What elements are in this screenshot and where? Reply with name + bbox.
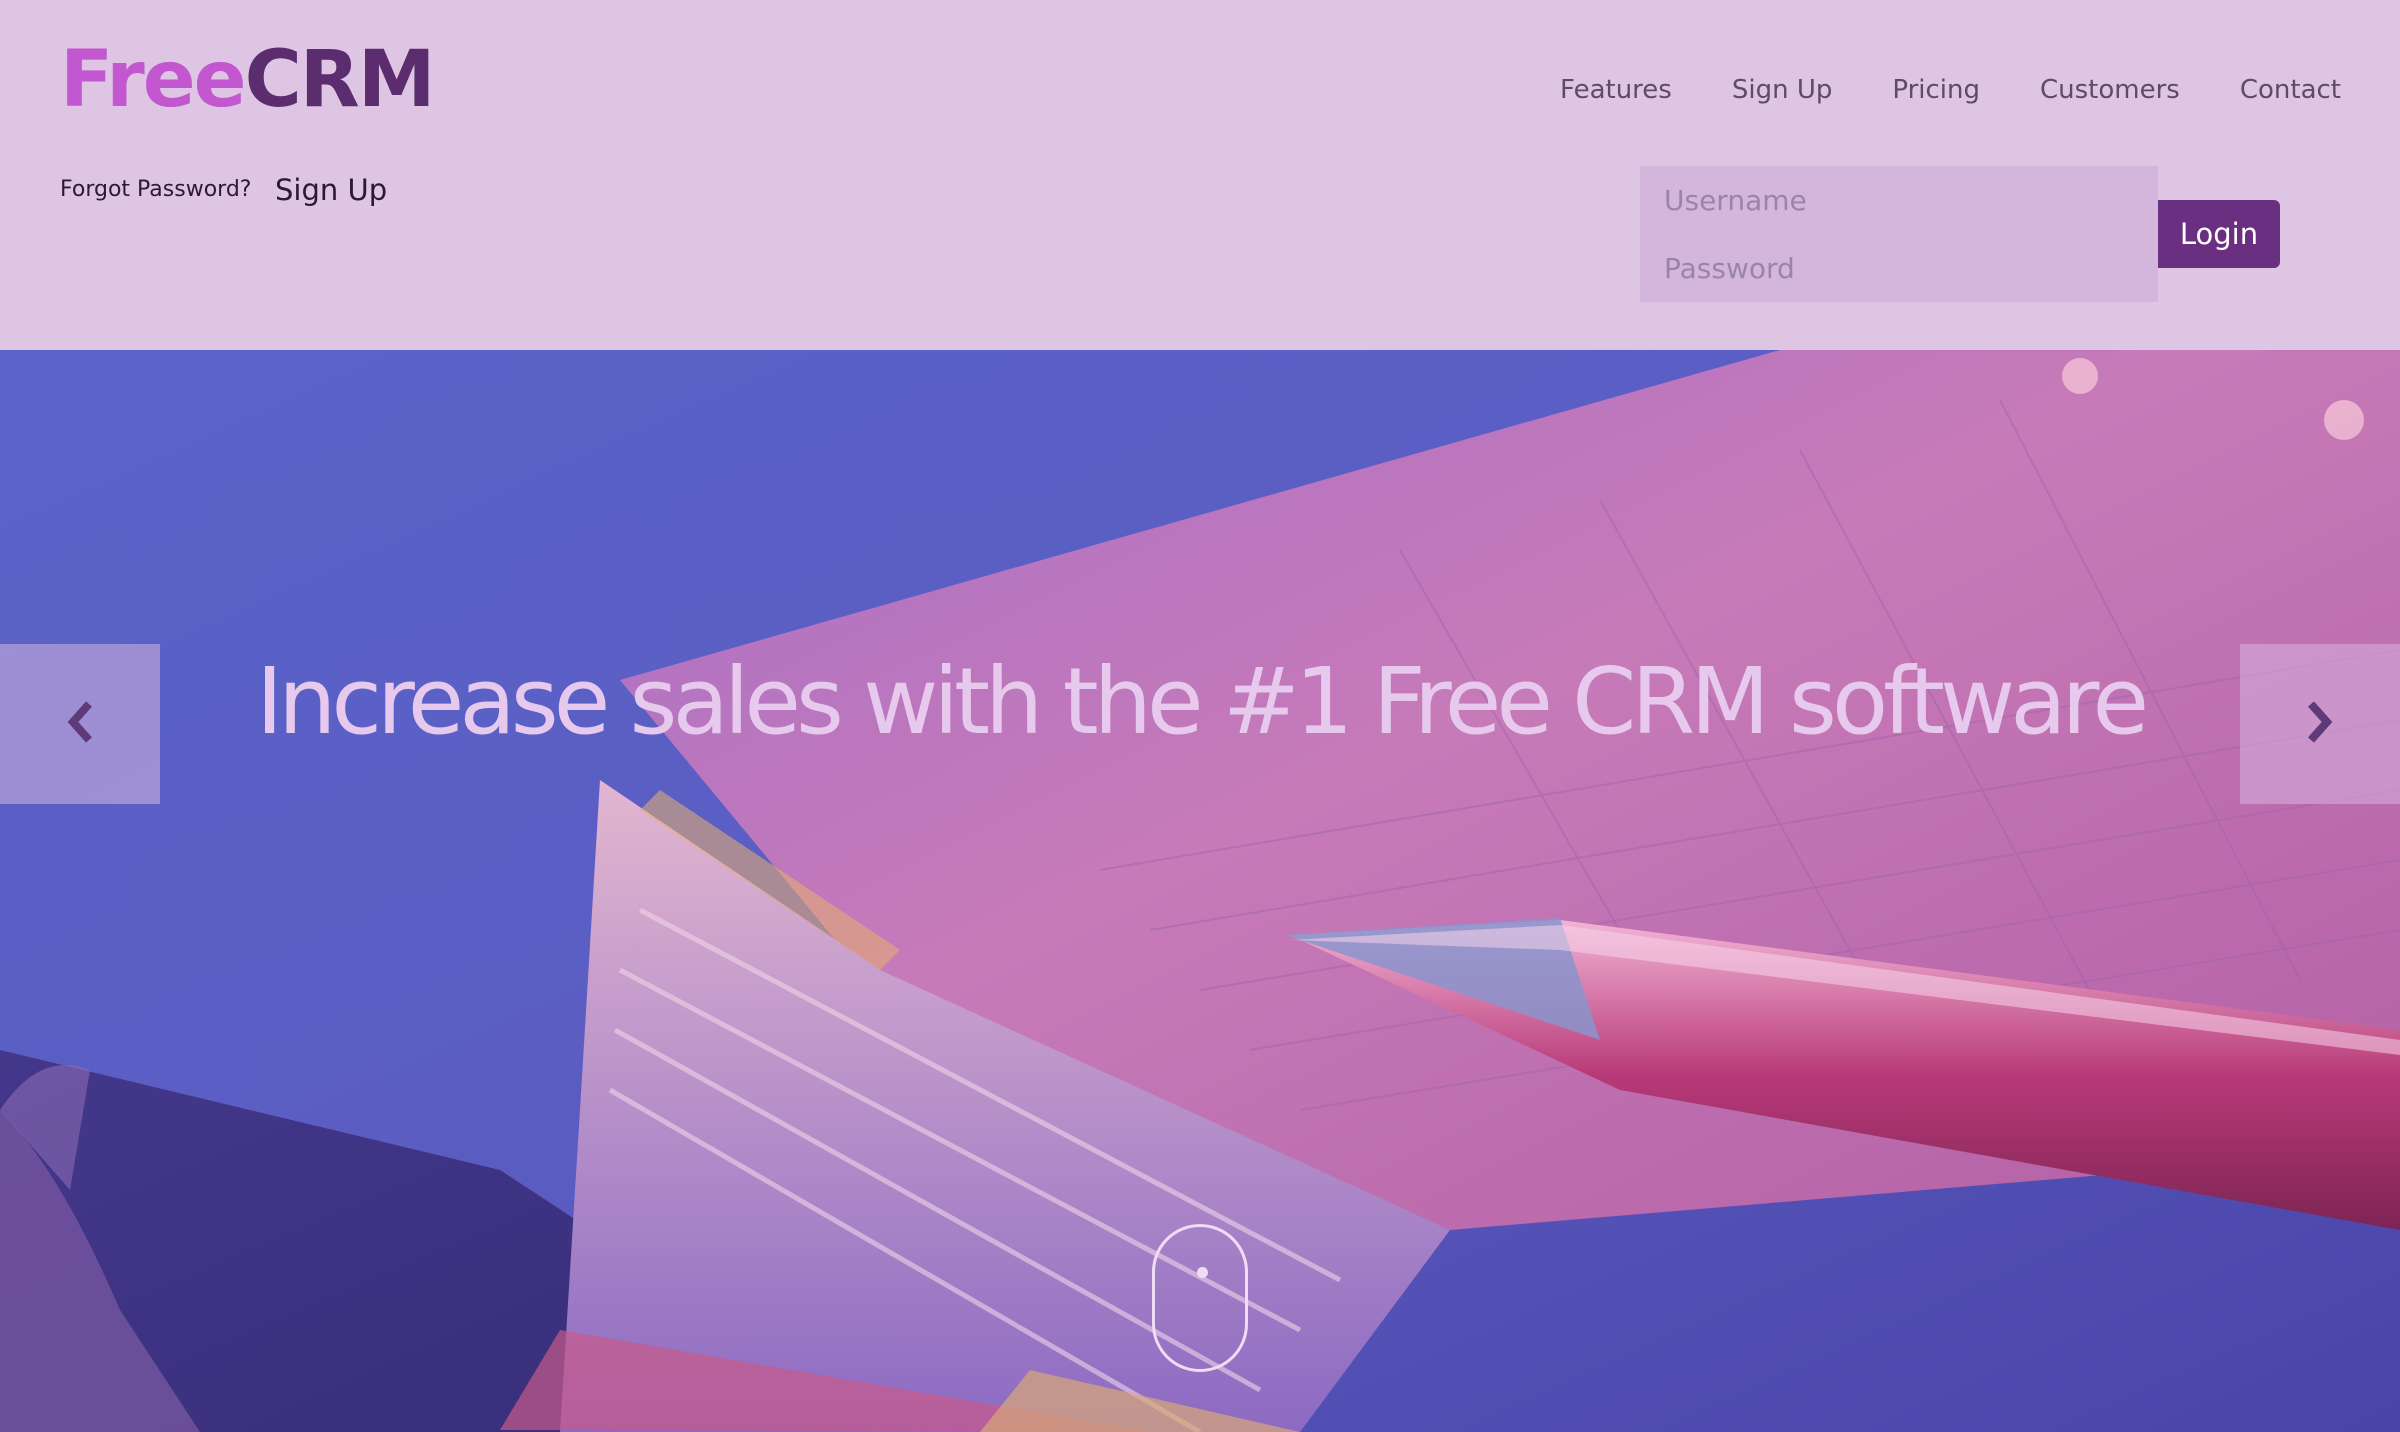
hero-title: Increase sales with the #1 Free CRM soft… [255,648,2149,755]
mouse-scroll-icon[interactable] [1152,1224,1248,1372]
username-input[interactable] [1640,166,2158,234]
carousel-next-button[interactable] [2240,644,2400,804]
logo-free-text: Free [60,35,247,125]
chevron-left-icon [65,700,95,748]
nav-contact[interactable]: Contact [2240,70,2341,110]
sign-up-link[interactable]: Sign Up [275,170,387,210]
chevron-right-icon [2305,700,2335,748]
password-input[interactable] [1640,234,2158,302]
nav-sign-up[interactable]: Sign Up [1732,70,1833,110]
logo-crm-text: CRM [244,35,436,125]
main-nav: Features Sign Up Pricing Customers Conta… [1560,70,2341,110]
freecrm-logo[interactable]: FreeCRM [60,30,436,130]
nav-pricing[interactable]: Pricing [1892,70,1980,110]
mouse-wheel-dot [1197,1267,1208,1278]
login-button[interactable]: Login [2158,200,2280,268]
carousel-prev-button[interactable] [0,644,160,804]
nav-features[interactable]: Features [1560,70,1672,110]
forgot-password-link[interactable]: Forgot Password? [60,174,251,206]
login-form [1640,166,2158,302]
site-header: FreeCRM Features Sign Up Pricing Custome… [0,0,2400,350]
nav-customers[interactable]: Customers [2040,70,2180,110]
hero-carousel: Increase sales with the #1 Free CRM soft… [0,350,2400,1432]
